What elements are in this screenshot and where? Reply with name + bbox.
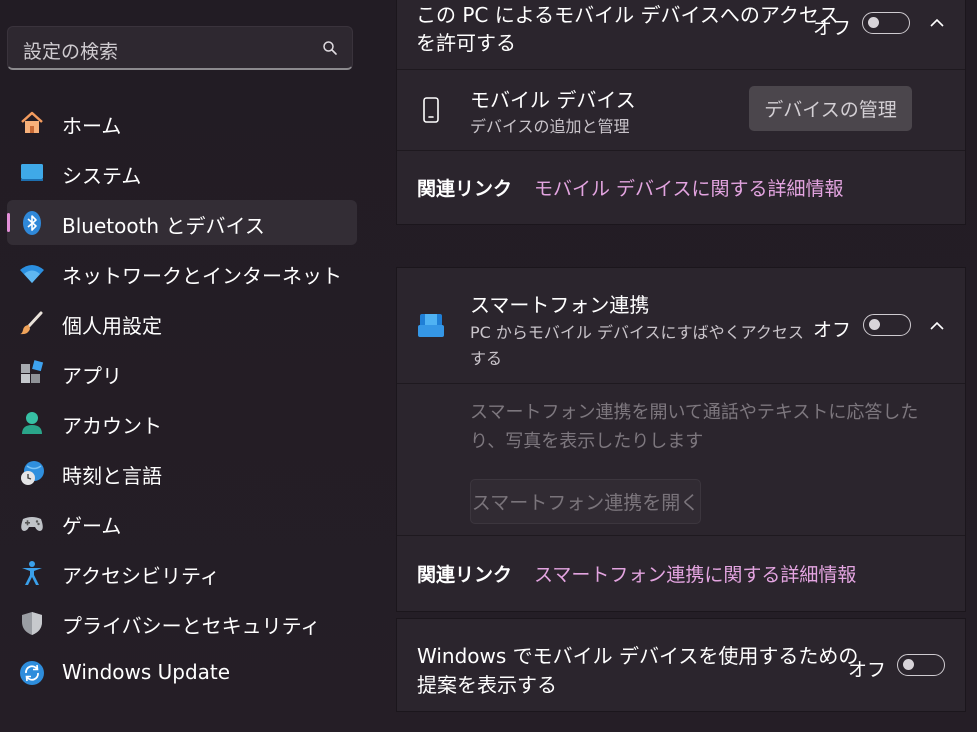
divider: [397, 69, 965, 70]
phone-link-icon: [418, 314, 444, 337]
open-phone-link-button[interactable]: スマートフォン連携を開く: [470, 479, 701, 524]
sidebar-item-system[interactable]: システム: [7, 150, 357, 195]
mobile-access-toggle[interactable]: [862, 12, 910, 34]
settings-window: 設定の検索 ホーム システム Bluetooth とデバイス ネットワークとイン…: [0, 0, 977, 732]
suggestions-card: Windows でモバイル デバイスを使用するための 提案を表示する オフ: [396, 618, 966, 712]
sidebar-item-label: ネットワークとインターネット: [62, 264, 342, 288]
home-icon: [21, 111, 43, 133]
sidebar-item-home[interactable]: ホーム: [7, 100, 357, 145]
sidebar-item-label: Bluetooth とデバイス: [62, 214, 265, 238]
mobile-devices-title: モバイル デバイス: [470, 88, 636, 112]
wifi-icon: [20, 265, 44, 283]
gamepad-icon: [21, 517, 43, 531]
chevron-up-icon[interactable]: [929, 321, 945, 331]
search-input[interactable]: 設定の検索: [7, 26, 353, 70]
related-links-label: 関連リンク: [417, 564, 513, 586]
sidebar-item-personalization[interactable]: 個人用設定: [7, 300, 357, 345]
main-content: この PC によるモバイル デバイスへのアクセス を許可する オフ モバイル デ…: [396, 0, 966, 732]
divider: [397, 150, 965, 151]
nav-list: ホーム システム Bluetooth とデバイス ネットワークとインターネット …: [7, 100, 357, 700]
search-icon[interactable]: [322, 40, 338, 56]
account-icon: [22, 412, 42, 434]
mobile-access-toggle-state: オフ: [813, 17, 852, 39]
phone-link-toggle[interactable]: [863, 314, 911, 336]
accessibility-icon: [22, 561, 42, 585]
shield-icon: [22, 612, 42, 635]
apps-icon: [21, 360, 44, 383]
suggestions-label-line1: Windows でモバイル デバイスを使用するための: [417, 644, 859, 668]
phone-icon: [423, 97, 439, 123]
mobile-devices-info-link[interactable]: モバイル デバイスに関する詳細情報: [534, 174, 843, 201]
suggestions-toggle[interactable]: [897, 654, 945, 676]
sidebar-item-label: ゲーム: [62, 514, 122, 538]
sidebar-item-label: ホーム: [62, 114, 122, 138]
phone-link-toggle-state: オフ: [813, 319, 852, 341]
phone-link-title: スマートフォン連携: [470, 293, 650, 317]
search-placeholder: 設定の検索: [23, 41, 119, 63]
sidebar-item-label: アクセシビリティ: [62, 564, 220, 588]
brush-icon: [20, 311, 43, 335]
divider: [397, 383, 965, 384]
suggestions-toggle-state: オフ: [848, 659, 887, 681]
sidebar-item-accounts[interactable]: アカウント: [7, 400, 357, 445]
sidebar-item-time-language[interactable]: 時刻と言語: [7, 450, 357, 495]
sidebar-item-network[interactable]: ネットワークとインターネット: [7, 250, 357, 295]
sidebar-item-label: Windows Update: [62, 660, 231, 684]
windows-update-icon: [20, 661, 44, 685]
mobile-devices-card: この PC によるモバイル デバイスへのアクセス を許可する オフ モバイル デ…: [396, 0, 966, 225]
manage-devices-button[interactable]: デバイスの管理: [749, 86, 912, 131]
mobile-access-label-line1: この PC によるモバイル デバイスへのアクセス: [416, 3, 839, 27]
sidebar-item-label: 時刻と言語: [62, 464, 162, 488]
bluetooth-icon: [23, 211, 41, 235]
chevron-up-icon[interactable]: [929, 18, 945, 28]
sidebar-item-label: アカウント: [62, 414, 162, 438]
sidebar-item-label: 個人用設定: [62, 314, 162, 338]
selected-indicator: [7, 213, 10, 232]
sidebar-item-bluetooth[interactable]: Bluetooth とデバイス: [7, 200, 357, 245]
phone-link-subtitle-line1: PC からモバイル デバイスにすばやくアクセス: [470, 323, 804, 342]
sidebar-item-windows-update[interactable]: Windows Update: [7, 650, 357, 695]
sidebar-item-privacy[interactable]: プライバシーとセキュリティ: [7, 600, 357, 645]
sidebar-item-gaming[interactable]: ゲーム: [7, 500, 357, 545]
sidebar-item-label: システム: [62, 164, 142, 188]
sidebar-item-apps[interactable]: アプリ: [7, 350, 357, 395]
sidebar-item-label: アプリ: [62, 364, 122, 388]
time-language-icon: [21, 461, 44, 485]
sidebar: 設定の検索 ホーム システム Bluetooth とデバイス ネットワークとイン…: [0, 0, 370, 732]
mobile-devices-subtitle: デバイスの追加と管理: [470, 117, 630, 136]
phone-link-subtitle-line2: する: [470, 349, 503, 368]
related-links-label: 関連リンク: [417, 178, 513, 200]
divider: [397, 535, 965, 536]
phone-link-info-link[interactable]: スマートフォン連携に関する詳細情報: [534, 560, 856, 587]
system-icon: [21, 164, 43, 181]
phone-link-card: スマートフォン連携 PC からモバイル デバイスにすばやくアクセス する オフ …: [396, 267, 966, 612]
phone-link-description-line1: スマートフォン連携を開いて通話やテキストに応答した: [470, 402, 919, 423]
phone-link-description-line2: り、写真を表示したりします: [470, 431, 704, 452]
sidebar-item-label: プライバシーとセキュリティ: [62, 614, 321, 638]
suggestions-label-line2: 提案を表示する: [417, 673, 557, 697]
mobile-access-label-line2: を許可する: [416, 31, 516, 55]
sidebar-item-accessibility[interactable]: アクセシビリティ: [7, 550, 357, 595]
